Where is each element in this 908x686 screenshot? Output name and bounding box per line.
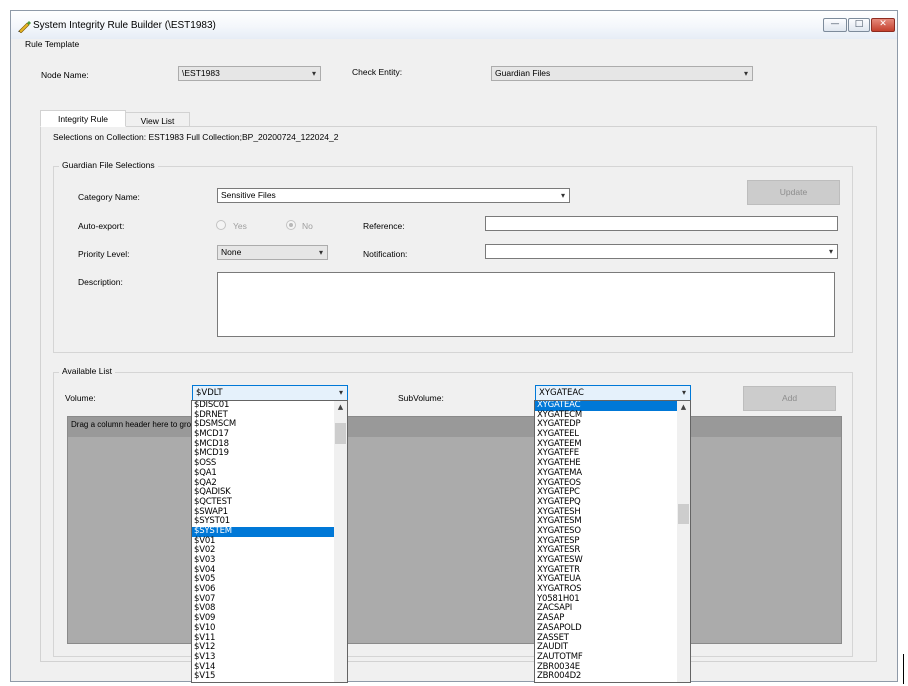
priority-level-dropdown[interactable]: None ▾ (217, 245, 328, 260)
subvolume-scroll-thumb[interactable] (678, 504, 689, 524)
chevron-down-icon: ▾ (828, 247, 833, 256)
check-entity-label: Check Entity: (352, 67, 403, 77)
volume-scrollbar[interactable]: ▲ (334, 401, 347, 682)
check-entity-dropdown[interactable]: Guardian Files ▾ (491, 66, 753, 81)
update-button[interactable]: Update (747, 180, 840, 205)
notification-label: Notification: (363, 249, 408, 259)
notification-dropdown[interactable]: ▾ (485, 244, 838, 259)
priority-level-value: None (221, 247, 242, 257)
reference-label: Reference: (363, 221, 405, 231)
chevron-down-icon: ▾ (743, 69, 748, 78)
scroll-up-icon[interactable]: ▲ (677, 401, 690, 413)
volume-label: Volume: (65, 393, 96, 403)
tab-integrity-rule[interactable]: Integrity Rule (40, 110, 126, 127)
chevron-down-icon: ▾ (681, 388, 686, 397)
available-list-title: Available List (59, 366, 115, 376)
available-list-grid[interactable]: Drag a column header here to grou (67, 416, 842, 644)
group-panel-hint: Drag a column header here to grou (71, 420, 196, 429)
volume-combobox[interactable]: $VDLT ▾ (192, 385, 348, 401)
close-button[interactable]: ✕ (871, 18, 895, 32)
subvolume-label: SubVolume: (398, 393, 444, 403)
chevron-down-icon: ▾ (318, 248, 323, 257)
volume-scroll-thumb[interactable] (335, 423, 346, 444)
auto-export-yes-label: Yes (233, 221, 247, 231)
volume-items: $DISC01 $DRNET $DSMSCM $MCD17 $MCD18 $MCD19 $O… (192, 401, 347, 682)
description-label: Description: (78, 277, 123, 287)
maximize-button[interactable]: □ (848, 18, 870, 32)
chevron-down-icon: ▾ (338, 388, 343, 397)
auto-export-no-radio[interactable] (286, 220, 296, 230)
title-bar[interactable]: System Integrity Rule Builder (\EST1983)… (11, 11, 897, 39)
subvolume-combobox[interactable]: XYGATEAC ▾ (535, 385, 691, 401)
subvolume-items: XYGATEAC XYGATECM XYGATEDP XYGATEEL XYGATEEM… (535, 401, 690, 682)
subvolume-value: XYGATEAC (539, 388, 584, 398)
category-name-label: Category Name: (78, 192, 140, 202)
node-name-dropdown[interactable]: \EST1983 ▾ (178, 66, 321, 81)
volume-value: $VDLT (196, 388, 223, 398)
edge-line (903, 654, 904, 684)
reference-input[interactable] (485, 216, 838, 231)
chevron-down-icon: ▾ (560, 191, 565, 200)
category-name-dropdown[interactable]: Sensitive Files ▾ (217, 188, 570, 203)
category-name-value: Sensitive Files (221, 190, 276, 200)
scroll-up-icon[interactable]: ▲ (334, 401, 347, 413)
add-button[interactable]: Add (743, 386, 836, 411)
minimize-button[interactable]: — (823, 18, 847, 32)
auto-export-yes-radio[interactable] (216, 220, 226, 230)
window-title: System Integrity Rule Builder (\EST1983) (33, 20, 216, 31)
list-option[interactable]: ZBR004D2 (535, 672, 677, 682)
group-panel[interactable]: Drag a column header here to grou (68, 417, 841, 437)
pen-icon (18, 21, 31, 33)
check-entity-value: Guardian Files (495, 68, 551, 78)
chevron-down-icon: ▾ (311, 69, 316, 78)
node-name-label: Node Name: (41, 70, 89, 80)
list-option[interactable]: $V15 (192, 672, 334, 682)
app-window: System Integrity Rule Builder (\EST1983)… (10, 10, 898, 683)
auto-export-label: Auto-export: (78, 221, 125, 231)
node-name-value: \EST1983 (182, 68, 220, 78)
volume-dropdown-list[interactable]: $DISC01 $DRNET $DSMSCM $MCD17 $MCD18 $MCD19 $O… (191, 400, 348, 683)
selections-on-collection: Selections on Collection: EST1983 Full C… (53, 132, 339, 142)
guardian-group-title: Guardian File Selections (59, 160, 158, 170)
rule-template-menu[interactable]: Rule Template (25, 39, 79, 49)
description-textarea[interactable] (217, 272, 835, 337)
priority-level-label: Priority Level: (78, 249, 130, 259)
auto-export-no-label: No (302, 221, 313, 231)
subvolume-scrollbar[interactable]: ▲ (677, 401, 690, 682)
subvolume-dropdown-list[interactable]: XYGATEAC XYGATECM XYGATEDP XYGATEEL XYGATEEM… (534, 400, 691, 683)
